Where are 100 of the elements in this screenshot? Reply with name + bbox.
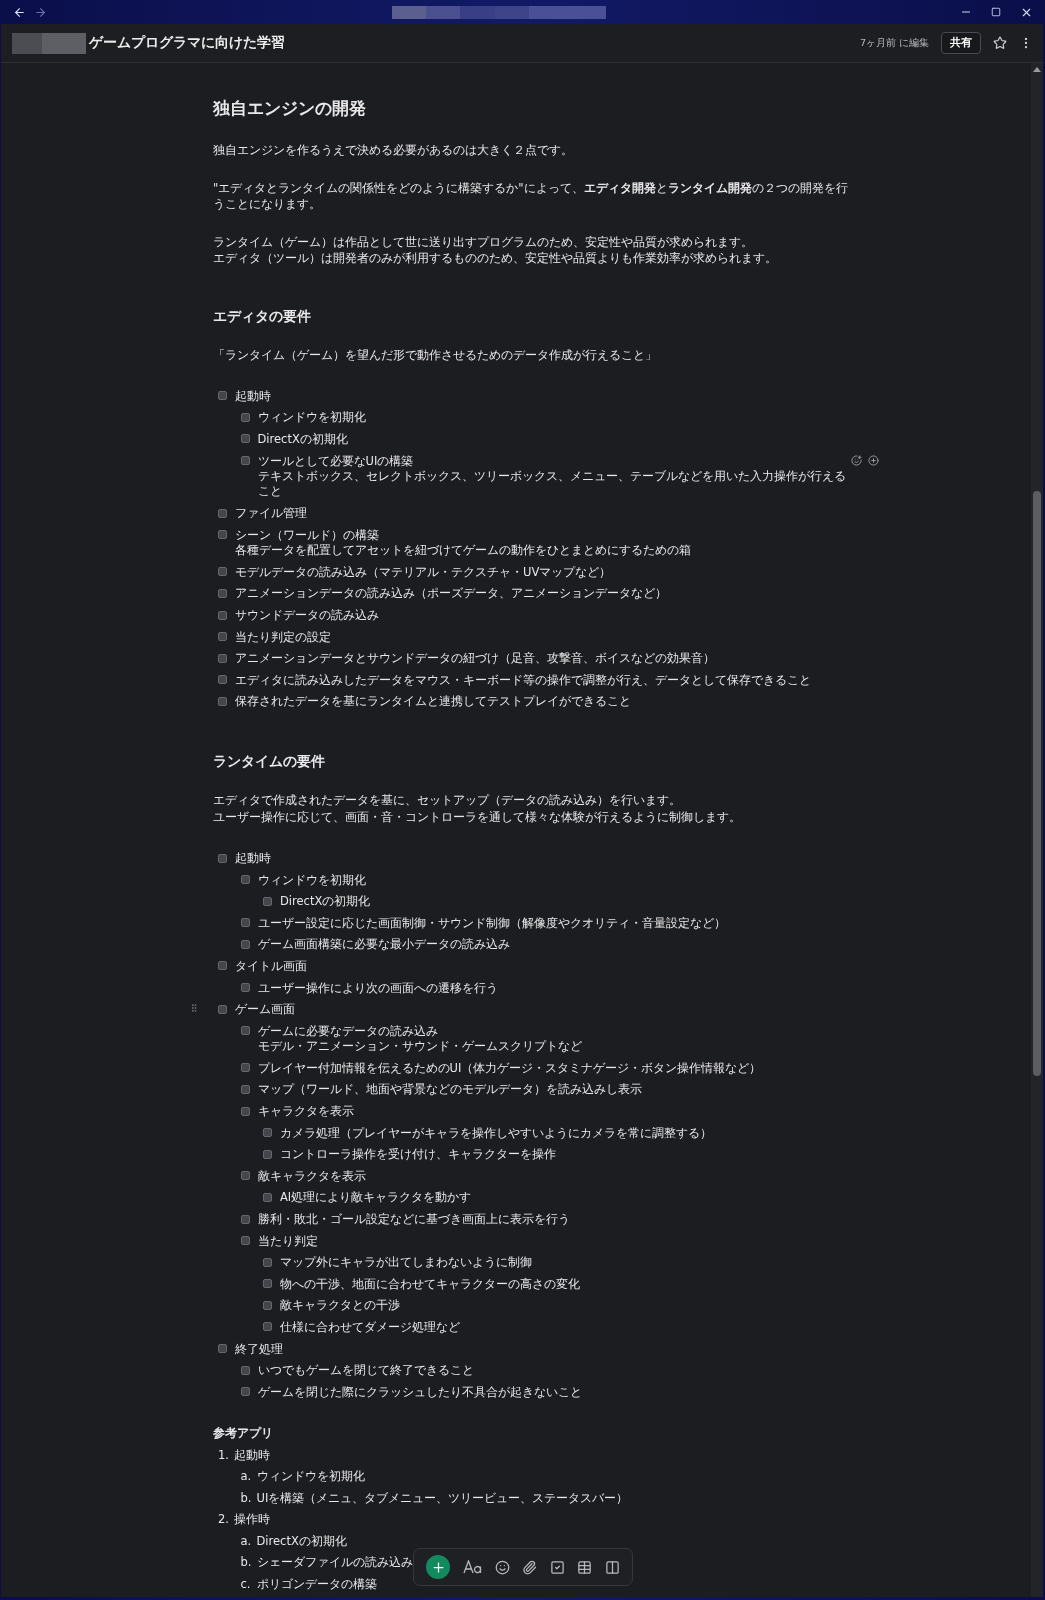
plus-icon[interactable] [430, 1559, 446, 1575]
checkbox[interactable] [263, 1300, 272, 1310]
checkbox[interactable] [218, 391, 227, 401]
checkbox[interactable] [218, 853, 227, 863]
forward-icon[interactable] [34, 5, 47, 19]
checkbox[interactable] [218, 588, 227, 598]
checklist-item: いつでもゲームを閉じて終了できること [257, 1362, 474, 1379]
checklist-item: モデルデータの読み込み（マテリアル・テクスチャ・UVマップなど） [235, 563, 612, 580]
checklist-item: マップ外にキャラが出てしまわないように制御 [280, 1254, 532, 1271]
checkbox[interactable] [240, 939, 250, 949]
star-icon[interactable] [993, 36, 1007, 50]
checklist-item: 起動時 [235, 850, 271, 866]
checklist-item: ゲームに必要なデータの読み込み [257, 1022, 439, 1039]
list-marker: a. [239, 1532, 253, 1550]
list-marker: b. [239, 1554, 253, 1572]
checkbox[interactable] [263, 1149, 272, 1159]
checkbox[interactable] [218, 961, 227, 971]
checkbox[interactable] [240, 412, 250, 422]
checkbox[interactable] [263, 1279, 272, 1289]
checkbox[interactable] [218, 1344, 227, 1354]
checkbox[interactable] [240, 456, 250, 466]
paragraph: 独自エンジンを作るうえで決める必要があるのは大きく２点です。 [213, 142, 574, 159]
paragraph: エディタで作成されたデータを基に、セットアップ（データの読み込み）を行います。 ユーザー操作に応じて、画面・音・コントローラを通して様々な体験が行えるように制御します。 [213, 792, 742, 826]
checkbox[interactable] [263, 1128, 272, 1138]
checkbox[interactable] [218, 610, 227, 620]
list-item: ポリゴンデータの構築 [256, 1575, 377, 1593]
list-marker: 1. [217, 1446, 230, 1464]
checklist-item: プレイヤー付加情報を伝えるためのUI（体力ゲージ・スタミナゲージ・ボタン操作情報など） [257, 1059, 762, 1076]
checkbox[interactable] [240, 1171, 250, 1181]
list-item: UIを構築（メニュ、タブメニュー、ツリービュー、ステータスバー） [256, 1489, 629, 1507]
drag-handle-icon[interactable] [189, 1003, 199, 1014]
checkbox[interactable] [218, 632, 227, 642]
checkbox[interactable] [263, 896, 272, 906]
checklist-item: 仕様に合わせてダメージ処理など [280, 1319, 460, 1335]
checklist-item: ユーザー設定に応じた画面制御・サウンド制御（解像度やクオリティ・音量設定など） [257, 914, 726, 931]
checklist-item: ウィンドウを初期化 [257, 871, 366, 888]
table-icon[interactable] [577, 1559, 593, 1575]
checkbox[interactable] [240, 875, 250, 885]
checklist-item: ツールとして必要なUIの構築 [257, 452, 415, 469]
checkbox[interactable] [218, 696, 227, 706]
checkbox[interactable] [218, 1004, 227, 1014]
scrollbar-thumb[interactable] [1033, 491, 1041, 1076]
checkbox[interactable] [218, 675, 227, 685]
checkbox[interactable] [218, 530, 227, 540]
checkbox[interactable] [263, 1192, 272, 1202]
checkbox[interactable] [263, 1257, 272, 1267]
paragraph: ランタイム（ゲーム）は作品として世に送り出すプログラムのため、安定性や品質が求められます。 エディタ（ツール）は開発者のみが利用するもののため、安定性や品質よりも作業効率が求められます。 [213, 233, 778, 267]
checklist-item: ゲーム画面 [235, 1001, 295, 1018]
checklist-item: ゲーム画面構築に必要な最小データの読み込み [257, 936, 510, 953]
add-reaction-icon[interactable] [850, 454, 862, 466]
scrollbar[interactable] [1031, 63, 1043, 1597]
checklist-item: 敵キャラクタとの干渉 [280, 1297, 400, 1314]
checklist-item: シーン（ワールド）の構築 [235, 526, 380, 543]
paragraph: "エディタとランタイムの関係性をどのように構築するか"によって、エディタ開発とランタイム開発の２つの開発を行 うことになります。 [213, 179, 849, 213]
checklist-item: DirectXの初期化 [280, 893, 371, 910]
checkbox[interactable] [240, 1214, 250, 1224]
checkbox[interactable] [240, 983, 250, 993]
list-marker: b. [239, 1489, 253, 1507]
scroll-up-icon[interactable] [1033, 67, 1041, 72]
checkbox[interactable] [218, 653, 227, 663]
columns-icon[interactable] [604, 1559, 620, 1575]
item-detail: モデル・アニメーション・サウンド・ゲームスクリプトなど [257, 1038, 582, 1055]
subheading: 参考アプリ [213, 1424, 274, 1442]
share-button[interactable]: 共有 [941, 32, 981, 54]
checkbox[interactable] [240, 1063, 250, 1073]
list-item: 操作時 [234, 1511, 270, 1529]
checklist-item: カメラ処理（プレイヤーがキャラを操作しやすいようにカメラを常に調整する） [280, 1124, 712, 1141]
checkbox[interactable] [263, 1322, 272, 1332]
text-format-icon[interactable] [462, 1560, 483, 1574]
back-icon[interactable] [13, 5, 26, 19]
maximize-icon[interactable] [991, 7, 1001, 17]
attachment-icon[interactable] [522, 1559, 538, 1575]
checkbox[interactable] [240, 1084, 250, 1094]
checkbox[interactable] [240, 1387, 250, 1397]
checkbox[interactable] [240, 1026, 250, 1036]
checklist-item: 当たり判定 [257, 1232, 318, 1249]
emoji-icon[interactable] [495, 1559, 511, 1575]
checkbox[interactable] [240, 434, 250, 444]
checklist-item: 保存されたデータを基にランタイムと連携してテストプレイができること [235, 693, 631, 710]
list-marker: c. [239, 1575, 252, 1593]
item-detail: テキストボックス、セレクトボックス、ツリーボックス、メニュー、テーブルなどを用いた入力操作が行える こと [257, 468, 846, 500]
checklist-item: DirectXの初期化 [257, 431, 348, 447]
add-button[interactable] [426, 1555, 451, 1579]
list-item: ウィンドウを初期化 [256, 1468, 365, 1486]
page-heading: 独自エンジンの開発 [213, 98, 367, 120]
list-item: 起動時 [234, 1446, 270, 1464]
checklist-item: ファイル管理 [235, 505, 307, 522]
checklist-item: 敵キャラクタを表示 [257, 1167, 366, 1184]
plus-circle-icon[interactable] [867, 454, 879, 466]
checkbox[interactable] [240, 1106, 250, 1116]
checkbox[interactable] [240, 1365, 250, 1375]
checklist-item: ユーザー操作により次の画面への遷移を行う [257, 979, 498, 996]
checkbox[interactable] [240, 1236, 250, 1246]
checkbox[interactable] [218, 508, 227, 518]
paragraph: 「ランタイム（ゲーム）を望んだ形で動作させるためのデータ作成が行えること」 [213, 346, 658, 363]
checkbox[interactable] [240, 918, 250, 928]
checkbox-icon[interactable] [549, 1559, 565, 1575]
checkbox[interactable] [218, 567, 227, 577]
checklist-item: ゲームを閉じた際にクラッシュしたり不具合が起きないこと [257, 1383, 582, 1400]
checklist-item: 起動時 [235, 387, 271, 404]
